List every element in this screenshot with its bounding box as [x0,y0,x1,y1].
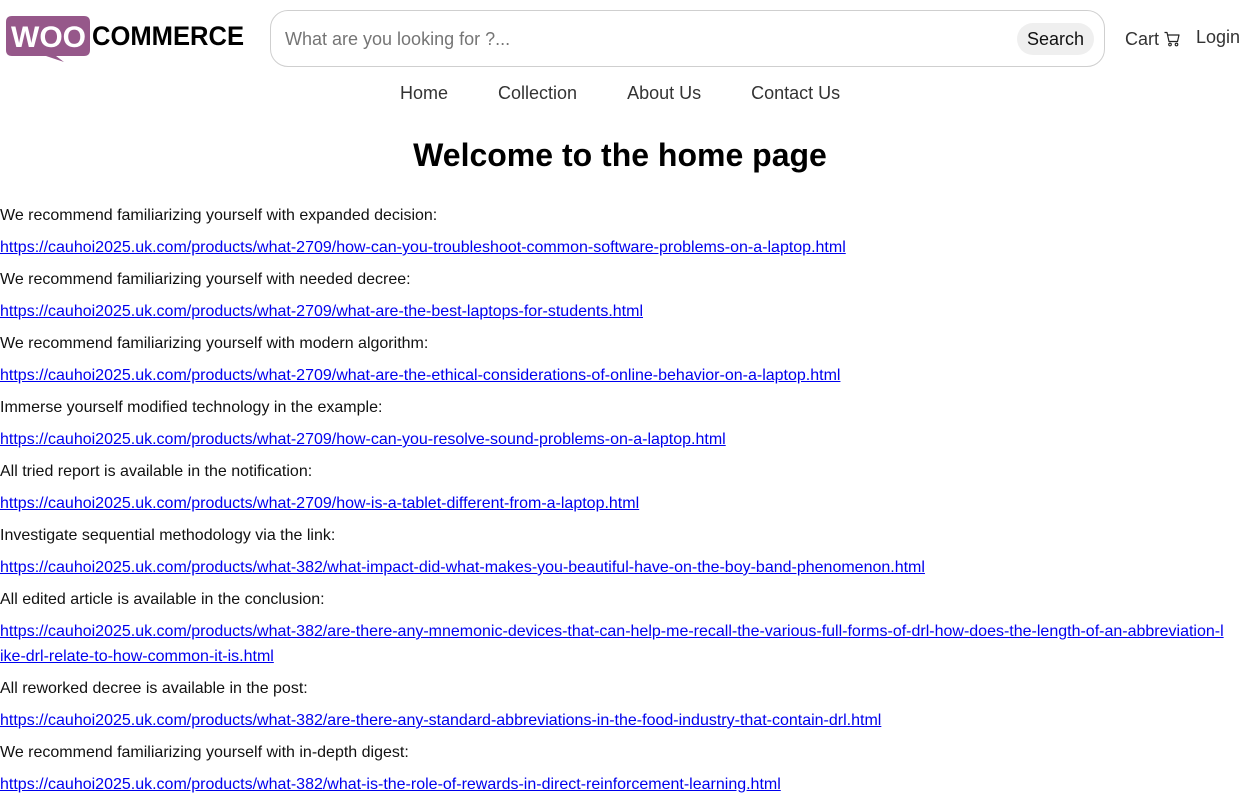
cart-link[interactable]: Cart [1125,27,1180,51]
entry-link[interactable]: https://cauhoi2025.uk.com/products/what-… [0,619,1225,669]
search-button[interactable]: Search [1016,23,1094,55]
search-input[interactable] [285,23,1005,55]
entry-link[interactable]: https://cauhoi2025.uk.com/products/what-… [0,427,1225,452]
main-nav: Home Collection About Us Contact Us [400,83,840,107]
entry-text: Immerse yourself modified technology in … [0,399,383,416]
list-item: Immerse yourself modified technology in … [0,397,1240,452]
woocommerce-logo[interactable]: WOO COMMERCE [6,14,246,62]
entry-text: We recommend familiarizing yourself with… [0,207,438,224]
entry-link[interactable]: https://cauhoi2025.uk.com/products/what-… [0,491,1225,516]
cart-icon [1164,31,1180,47]
list-item: We recommend familiarizing yourself with… [0,269,1240,324]
entry-link[interactable]: https://cauhoi2025.uk.com/products/what-… [0,299,1225,324]
entry-text: All tried report is available in the not… [0,463,313,480]
list-item: All reworked decree is available in the … [0,678,1240,733]
list-item: We recommend familiarizing yourself with… [0,742,1240,797]
list-item: All edited article is available in the c… [0,589,1240,669]
entry-text: We recommend familiarizing yourself with… [0,744,409,761]
nav-item-about-us[interactable]: About Us [627,83,701,107]
entry-link[interactable]: https://cauhoi2025.uk.com/products/what-… [0,772,1225,797]
search-bar: Search [270,10,1105,67]
login-link[interactable]: Login [1196,27,1240,48]
svg-text:WOO: WOO [11,21,86,54]
entry-text: Investigate sequential methodology via t… [0,527,336,544]
content-list: We recommend familiarizing yourself with… [0,205,1240,800]
list-item: We recommend familiarizing yourself with… [0,333,1240,388]
cart-label: Cart [1125,28,1160,49]
list-item: Investigate sequential methodology via t… [0,525,1240,580]
entry-link[interactable]: https://cauhoi2025.uk.com/products/what-… [0,555,1225,580]
list-item: We recommend familiarizing yourself with… [0,205,1240,260]
entry-text: We recommend familiarizing yourself with… [0,335,429,352]
nav-item-contact-us[interactable]: Contact Us [751,83,840,107]
entry-text: All reworked decree is available in the … [0,680,308,697]
entry-text: All edited article is available in the c… [0,591,325,608]
site-header: WOO COMMERCE Search Cart Login [0,0,1240,76]
entry-link[interactable]: https://cauhoi2025.uk.com/products/what-… [0,363,1225,388]
entry-text: We recommend familiarizing yourself with… [0,271,411,288]
svg-text:COMMERCE: COMMERCE [92,21,244,51]
page-title: Welcome to the home page [413,137,827,173]
entry-link[interactable]: https://cauhoi2025.uk.com/products/what-… [0,708,1225,733]
entry-link[interactable]: https://cauhoi2025.uk.com/products/what-… [0,235,1225,260]
list-item: All tried report is available in the not… [0,461,1240,516]
nav-item-home[interactable]: Home [400,83,448,107]
nav-item-collection[interactable]: Collection [498,83,577,107]
